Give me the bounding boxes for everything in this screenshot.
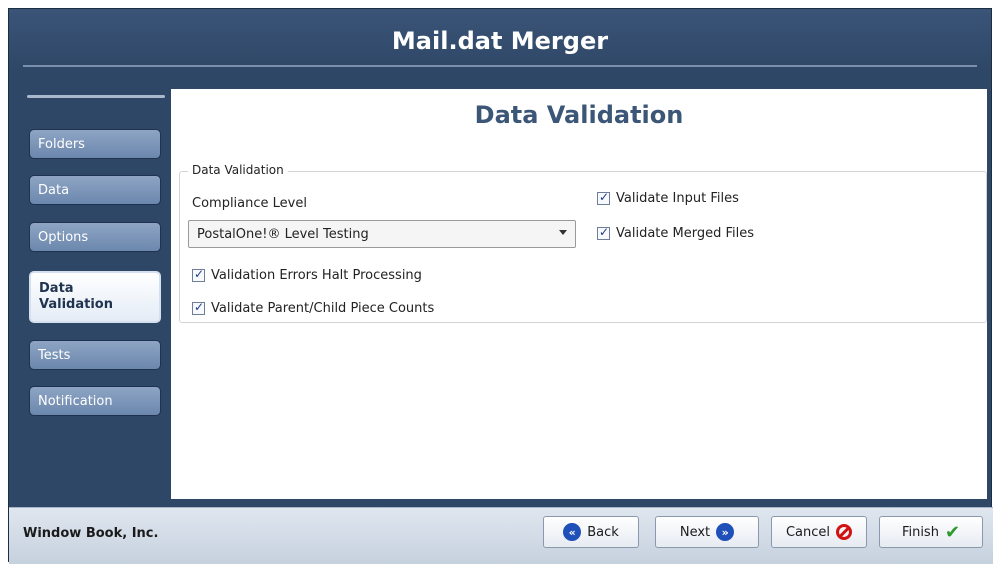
piece-counts-label: Validate Parent/Child Piece Counts — [211, 301, 435, 316]
checkmark-icon: ✓ — [599, 225, 610, 239]
sidebar-divider — [27, 95, 165, 98]
validate-input-files-checkbox[interactable]: ✓ — [597, 190, 610, 205]
sidebar-item-label: Data Validation — [39, 280, 113, 312]
piece-counts-option[interactable]: ✓ Validate Parent/Child Piece Counts — [192, 300, 435, 316]
halt-processing-option[interactable]: ✓ Validation Errors Halt Processing — [192, 267, 422, 283]
checkmark-icon: ✓ — [194, 267, 205, 281]
finish-button[interactable]: Finish ✔ — [879, 516, 983, 548]
sidebar-item-label: Options — [38, 229, 89, 245]
next-arrow-icon: » — [716, 523, 735, 541]
piece-counts-checkbox[interactable]: ✓ — [192, 300, 205, 315]
sidebar-item-label: Folders — [38, 136, 85, 152]
app-window: Mail.dat Merger Folders Data Options Dat… — [8, 8, 993, 564]
validate-input-files-label: Validate Input Files — [616, 191, 739, 206]
cancel-icon — [836, 524, 853, 540]
validate-merged-files-checkbox[interactable]: ✓ — [597, 225, 610, 240]
finish-button-label: Finish — [901, 524, 939, 540]
back-arrow-icon: « — [563, 523, 582, 541]
validate-merged-files-label: Validate Merged Files — [616, 226, 755, 241]
sidebar-item-data-validation[interactable]: Data Validation — [29, 271, 161, 323]
sidebar-item-label: Data — [38, 182, 70, 198]
data-validation-group: Data Validation Compliance Level PostalO… — [179, 163, 987, 323]
next-button[interactable]: Next » — [655, 516, 759, 548]
page-title: Data Validation — [474, 101, 684, 129]
chevron-down-icon — [559, 230, 567, 235]
validate-input-files-option[interactable]: ✓ Validate Input Files — [597, 190, 739, 206]
title-bar: Mail.dat Merger — [9, 9, 991, 73]
footer-bar: Window Book, Inc. « Back Next » Cancel F… — [9, 507, 993, 564]
title-divider — [23, 65, 977, 67]
app-title: Mail.dat Merger — [391, 27, 609, 55]
main-content: Data Validation Data Validation Complian… — [171, 89, 987, 499]
sidebar-item-data[interactable]: Data — [29, 175, 161, 205]
compliance-level-label: Compliance Level — [192, 196, 307, 211]
checkmark-icon: ✓ — [194, 300, 205, 314]
back-button-label: Back — [587, 524, 619, 540]
sidebar-item-folders[interactable]: Folders — [29, 129, 161, 159]
group-title: Data Validation — [188, 163, 288, 177]
checkmark-icon: ✓ — [599, 190, 610, 204]
halt-processing-checkbox[interactable]: ✓ — [192, 267, 205, 282]
cancel-button[interactable]: Cancel — [771, 516, 867, 548]
sidebar-item-tests[interactable]: Tests — [29, 340, 161, 370]
checkmark-icon: ✔ — [944, 521, 961, 543]
sidebar-item-options[interactable]: Options — [29, 222, 161, 252]
sidebar-item-label: Tests — [38, 347, 71, 363]
next-button-label: Next — [679, 524, 711, 540]
cancel-button-label: Cancel — [785, 524, 831, 540]
compliance-level-value: PostalOne!® Level Testing — [197, 226, 369, 242]
back-button[interactable]: « Back — [543, 516, 639, 548]
validate-merged-files-option[interactable]: ✓ Validate Merged Files — [597, 225, 755, 241]
sidebar-nav: Folders Data Options Data Validation Tes… — [23, 89, 173, 489]
sidebar-item-notification[interactable]: Notification — [29, 386, 161, 416]
sidebar-item-label: Notification — [38, 393, 113, 409]
halt-processing-label: Validation Errors Halt Processing — [211, 268, 422, 283]
company-name: Window Book, Inc. — [23, 526, 159, 541]
compliance-level-select[interactable]: PostalOne!® Level Testing — [188, 220, 576, 248]
